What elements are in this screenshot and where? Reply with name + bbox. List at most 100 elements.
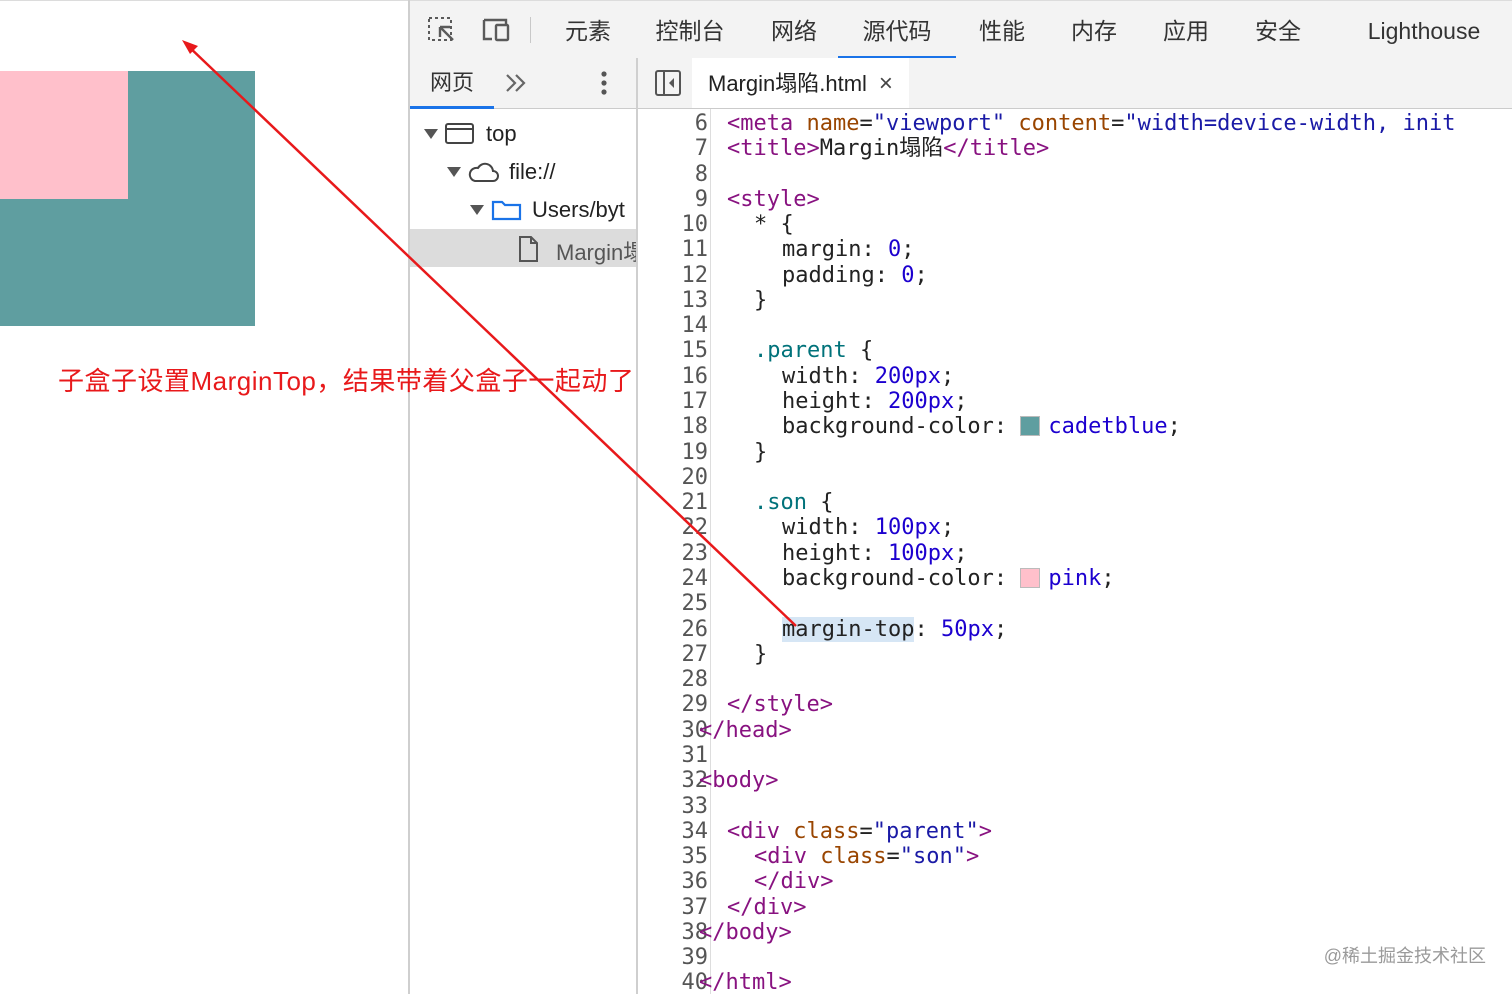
- code-token: title: [740, 136, 807, 161]
- code-token: :: [874, 263, 902, 288]
- tree-item-label: Users/byt: [532, 197, 625, 222]
- line-number: 27: [681, 642, 709, 667]
- tab-application[interactable]: 应用: [1154, 1, 1218, 58]
- css-selector: .parent: [754, 338, 847, 363]
- code-line: * {: [754, 212, 794, 237]
- editor-file-tab[interactable]: Margin塌陷.html ×: [692, 58, 909, 108]
- code-line: <meta name="viewport" content="width=dev…: [727, 111, 1456, 136]
- tree-item-margin-file[interactable]: Margin塌: [410, 229, 636, 267]
- line-number: 21: [681, 490, 709, 515]
- tab-elements[interactable]: 元素: [556, 1, 620, 58]
- device-toolbar-icon[interactable]: [478, 15, 510, 45]
- toolbar-separator: [530, 17, 531, 43]
- code-token: Margin塌陷: [819, 136, 944, 161]
- code-token: div: [767, 844, 807, 869]
- line-number: 10: [681, 212, 709, 237]
- code-token: :: [993, 414, 1021, 439]
- line-number: 14: [681, 313, 709, 338]
- code-token: content: [1005, 111, 1112, 136]
- css-selector: .son: [754, 490, 807, 515]
- color-swatch[interactable]: [1020, 568, 1041, 588]
- code-token: {: [846, 338, 874, 363]
- code-editor[interactable]: 6 7 8 9 10 11 12 13 14 15 16 17 18 19 20…: [638, 109, 1512, 994]
- son-box: [0, 71, 128, 199]
- code-token: meta: [740, 111, 794, 136]
- css-value: 0: [901, 263, 915, 288]
- watermark: @稀土掘金技术社区: [1323, 946, 1486, 966]
- more-options-icon[interactable]: [598, 69, 610, 97]
- line-number: 24: [681, 566, 709, 591]
- line-number: 31: [681, 743, 709, 768]
- line-number: 9: [694, 187, 708, 212]
- line-number: 26: [681, 617, 709, 642]
- code-token: div: [740, 819, 780, 844]
- code-line: background-color: cadetblue;: [782, 414, 1181, 439]
- code-token: >: [806, 136, 820, 161]
- code-token: =: [859, 819, 873, 844]
- code-token: ;: [1167, 414, 1181, 439]
- code-line: }: [754, 642, 768, 667]
- css-property: height: [782, 541, 862, 566]
- code-token: <: [727, 111, 741, 136]
- code-line: </head>: [699, 718, 792, 743]
- tab-network[interactable]: 网络: [762, 1, 826, 58]
- code-token: ;: [993, 617, 1008, 642]
- code-line: </div>: [727, 895, 807, 920]
- code-token: :: [914, 617, 941, 642]
- code-token: name: [793, 111, 860, 136]
- line-number: 39: [681, 945, 709, 970]
- code-line: </body>: [699, 920, 792, 945]
- line-number: 17: [681, 389, 709, 414]
- close-icon[interactable]: ×: [879, 70, 893, 97]
- tree-item-file[interactable]: file://: [410, 153, 636, 191]
- tree-item-users-folder[interactable]: Users/byt: [410, 191, 636, 229]
- code-token: "parent": [872, 819, 979, 844]
- inspect-element-icon[interactable]: [426, 15, 458, 45]
- tab-lighthouse[interactable]: Lighthouse: [1354, 1, 1494, 58]
- line-number: 15: [681, 338, 709, 363]
- tab-security[interactable]: 安全: [1246, 1, 1310, 58]
- code-token: class: [807, 844, 887, 869]
- line-number: 23: [681, 541, 709, 566]
- line-number: 18: [681, 414, 709, 439]
- annotation-text: 子盒子设置MarginTop，结果带着父盒子一起动了: [58, 366, 635, 396]
- tab-memory[interactable]: 内存: [1062, 1, 1126, 58]
- toggle-navigator-icon[interactable]: [654, 69, 682, 97]
- tab-page[interactable]: 网页: [410, 58, 494, 109]
- css-property-highlighted: margin-top: [782, 617, 915, 642]
- double-chevron-right-icon[interactable]: [502, 70, 530, 96]
- code-token: :: [861, 237, 888, 262]
- code-token: ;: [1101, 566, 1115, 591]
- line-number: 36: [681, 869, 709, 894]
- expand-arrow-icon[interactable]: [447, 167, 461, 177]
- line-number: 20: [681, 465, 709, 490]
- tree-item-label: Margin塌: [556, 240, 636, 265]
- line-number: 12: [681, 263, 709, 288]
- line-number: 16: [681, 364, 709, 389]
- tree-item-top[interactable]: top: [410, 115, 636, 153]
- sources-navigator: 网页 top file:// Users/byt Margin塌: [410, 58, 638, 994]
- code-line: <title>Margin塌陷</title>: [727, 136, 1049, 161]
- code-token: :: [848, 515, 875, 540]
- expand-arrow-icon[interactable]: [470, 205, 484, 215]
- css-value: 0: [887, 237, 902, 262]
- code-token: "viewport": [872, 111, 1006, 136]
- expand-arrow-icon[interactable]: [424, 129, 438, 139]
- tab-performance[interactable]: 性能: [970, 1, 1034, 58]
- css-property: width: [782, 515, 849, 540]
- code-line: margin-top: 50px;: [782, 617, 1007, 642]
- line-number: 22: [681, 515, 709, 540]
- tab-console[interactable]: 控制台: [650, 1, 730, 58]
- color-swatch[interactable]: [1020, 416, 1041, 436]
- line-number: 34: [681, 819, 709, 844]
- code-token: ;: [940, 515, 955, 540]
- tree-item-label: file://: [509, 159, 556, 184]
- code-line: height: 100px;: [782, 541, 967, 566]
- folder-icon: [491, 200, 522, 221]
- line-number: 13: [681, 288, 709, 313]
- code-token: :: [848, 364, 875, 389]
- tab-sources[interactable]: 源代码: [838, 1, 956, 59]
- code-line: .parent {: [754, 338, 873, 363]
- line-number-gutter: 6 7 8 9 10 11 12 13 14 15 16 17 18 19 20…: [638, 109, 711, 994]
- line-number: 19: [681, 440, 709, 465]
